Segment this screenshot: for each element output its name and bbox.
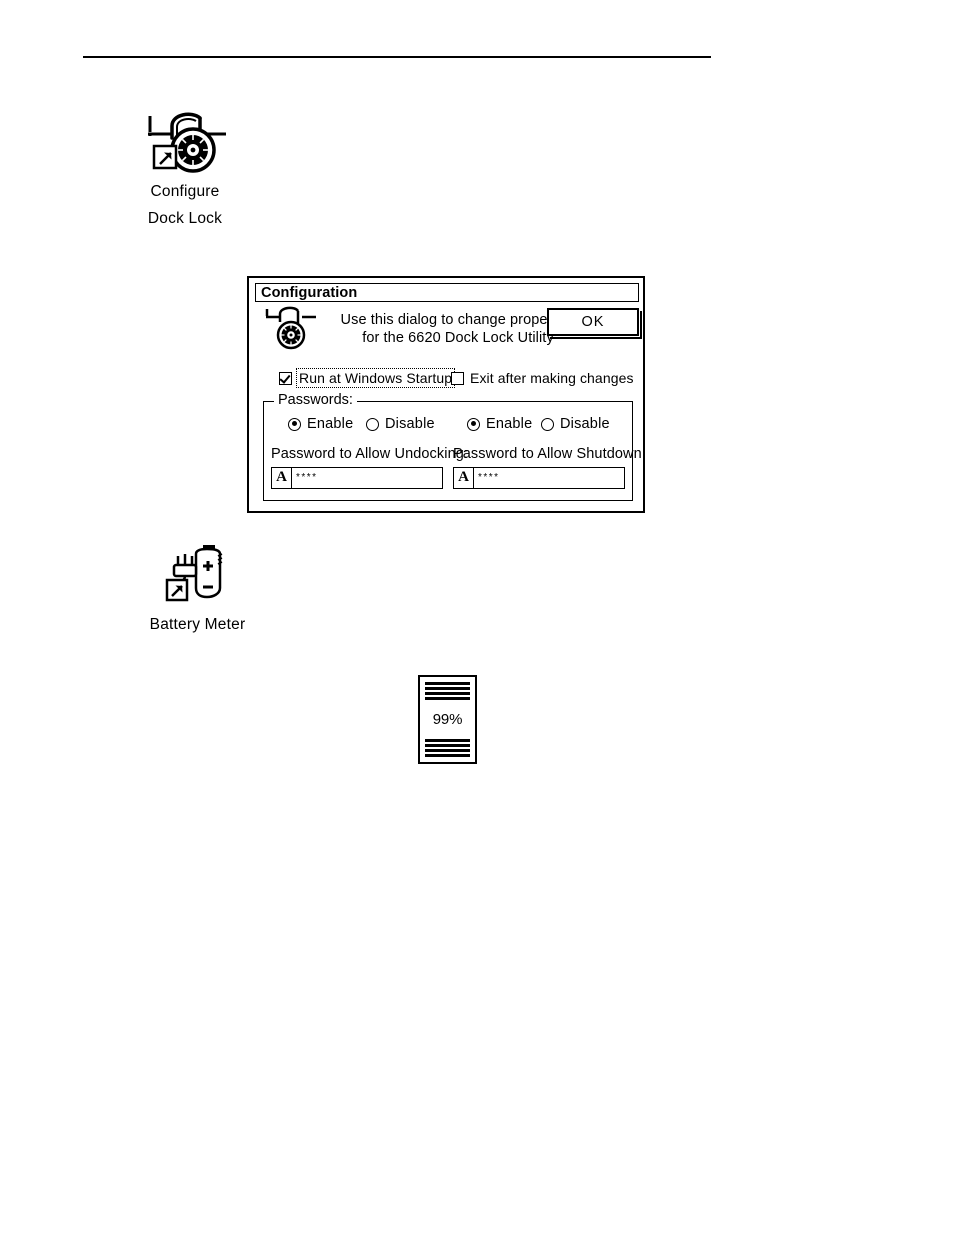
battery-plug-shortcut-icon [163, 544, 233, 606]
desktop-icon-battery-meter[interactable]: Battery Meter [120, 544, 275, 634]
dialog-title: Configuration [261, 285, 358, 301]
radio-shutdown-enable[interactable]: Enable [467, 416, 532, 432]
meter-bar [425, 687, 470, 690]
radio-circle-shutdown-disable[interactable] [541, 417, 554, 431]
meter-bar [425, 682, 470, 685]
meter-bar [425, 754, 470, 757]
meter-bars-top [425, 682, 470, 700]
meter-bar [425, 749, 470, 752]
ok-button[interactable]: OK [547, 308, 639, 336]
checkbox-box-exit[interactable] [451, 371, 464, 385]
radio-circle-undocking-disable[interactable] [366, 417, 379, 431]
radio-label-shutdown-enable: Enable [486, 416, 533, 432]
meter-bar [425, 744, 470, 747]
font-button-shutdown-icon[interactable]: A [454, 468, 474, 488]
input-password-undocking-value[interactable]: **** [292, 468, 442, 488]
checkbox-label-exit: Exit after making changes [470, 370, 634, 386]
checkbox-row: Run at Windows Startup Exit after making… [279, 368, 639, 390]
label-password-undocking: Password to Allow Undocking: [271, 446, 469, 462]
checkbox-box-startup[interactable] [279, 371, 292, 385]
battery-meter-widget[interactable]: 99% [418, 675, 477, 764]
configuration-dialog: Configuration Use this dialog to change … [247, 276, 645, 513]
input-password-shutdown[interactable]: A **** [453, 467, 625, 489]
padlock-combination-shortcut-icon [142, 108, 228, 174]
radio-circle-shutdown-enable[interactable] [467, 417, 480, 431]
passwords-group-legend: Passwords: [274, 392, 357, 408]
passwords-group-box: Passwords: Enable Disable Enable Disable [263, 392, 642, 501]
radio-circle-undocking-enable[interactable] [288, 417, 301, 431]
shutdown-radio-group: Enable Disable [467, 416, 627, 436]
desktop-icon-label-line1: Configure [150, 183, 220, 200]
desktop-icon-configure-dock-lock[interactable]: Configure Dock Lock [110, 108, 260, 228]
input-password-undocking[interactable]: A **** [271, 467, 443, 489]
radio-label-undocking-disable: Disable [385, 416, 435, 432]
dialog-titlebar[interactable]: Configuration [255, 283, 639, 302]
label-password-shutdown: Password to Allow Shutdown [453, 446, 642, 462]
meter-bar [425, 697, 470, 700]
radio-shutdown-disable[interactable]: Disable [541, 416, 610, 432]
checkbox-label-startup: Run at Windows Startup [295, 368, 456, 388]
input-password-shutdown-value[interactable]: **** [474, 468, 624, 488]
font-button-undocking-icon[interactable]: A [272, 468, 292, 488]
checkbox-run-at-windows-startup[interactable]: Run at Windows Startup [279, 368, 456, 388]
radio-undocking-disable[interactable]: Disable [366, 416, 435, 432]
meter-bars-bottom [425, 739, 470, 757]
radio-label-shutdown-disable: Disable [560, 416, 610, 432]
desktop-icon-label-battery-meter: Battery Meter [149, 616, 246, 633]
meter-value-label: 99% [432, 710, 463, 728]
radio-label-undocking-enable: Enable [307, 416, 354, 432]
meter-bar [425, 739, 470, 742]
padlock-combination-icon [264, 306, 318, 350]
meter-bar [425, 692, 470, 695]
radio-undocking-enable[interactable]: Enable [288, 416, 353, 432]
checkbox-exit-after-making-changes[interactable]: Exit after making changes [451, 370, 634, 386]
undocking-radio-group: Enable Disable [288, 416, 448, 436]
desktop-icon-label-line2: Dock Lock [147, 210, 223, 227]
page-header-rule [83, 56, 711, 58]
